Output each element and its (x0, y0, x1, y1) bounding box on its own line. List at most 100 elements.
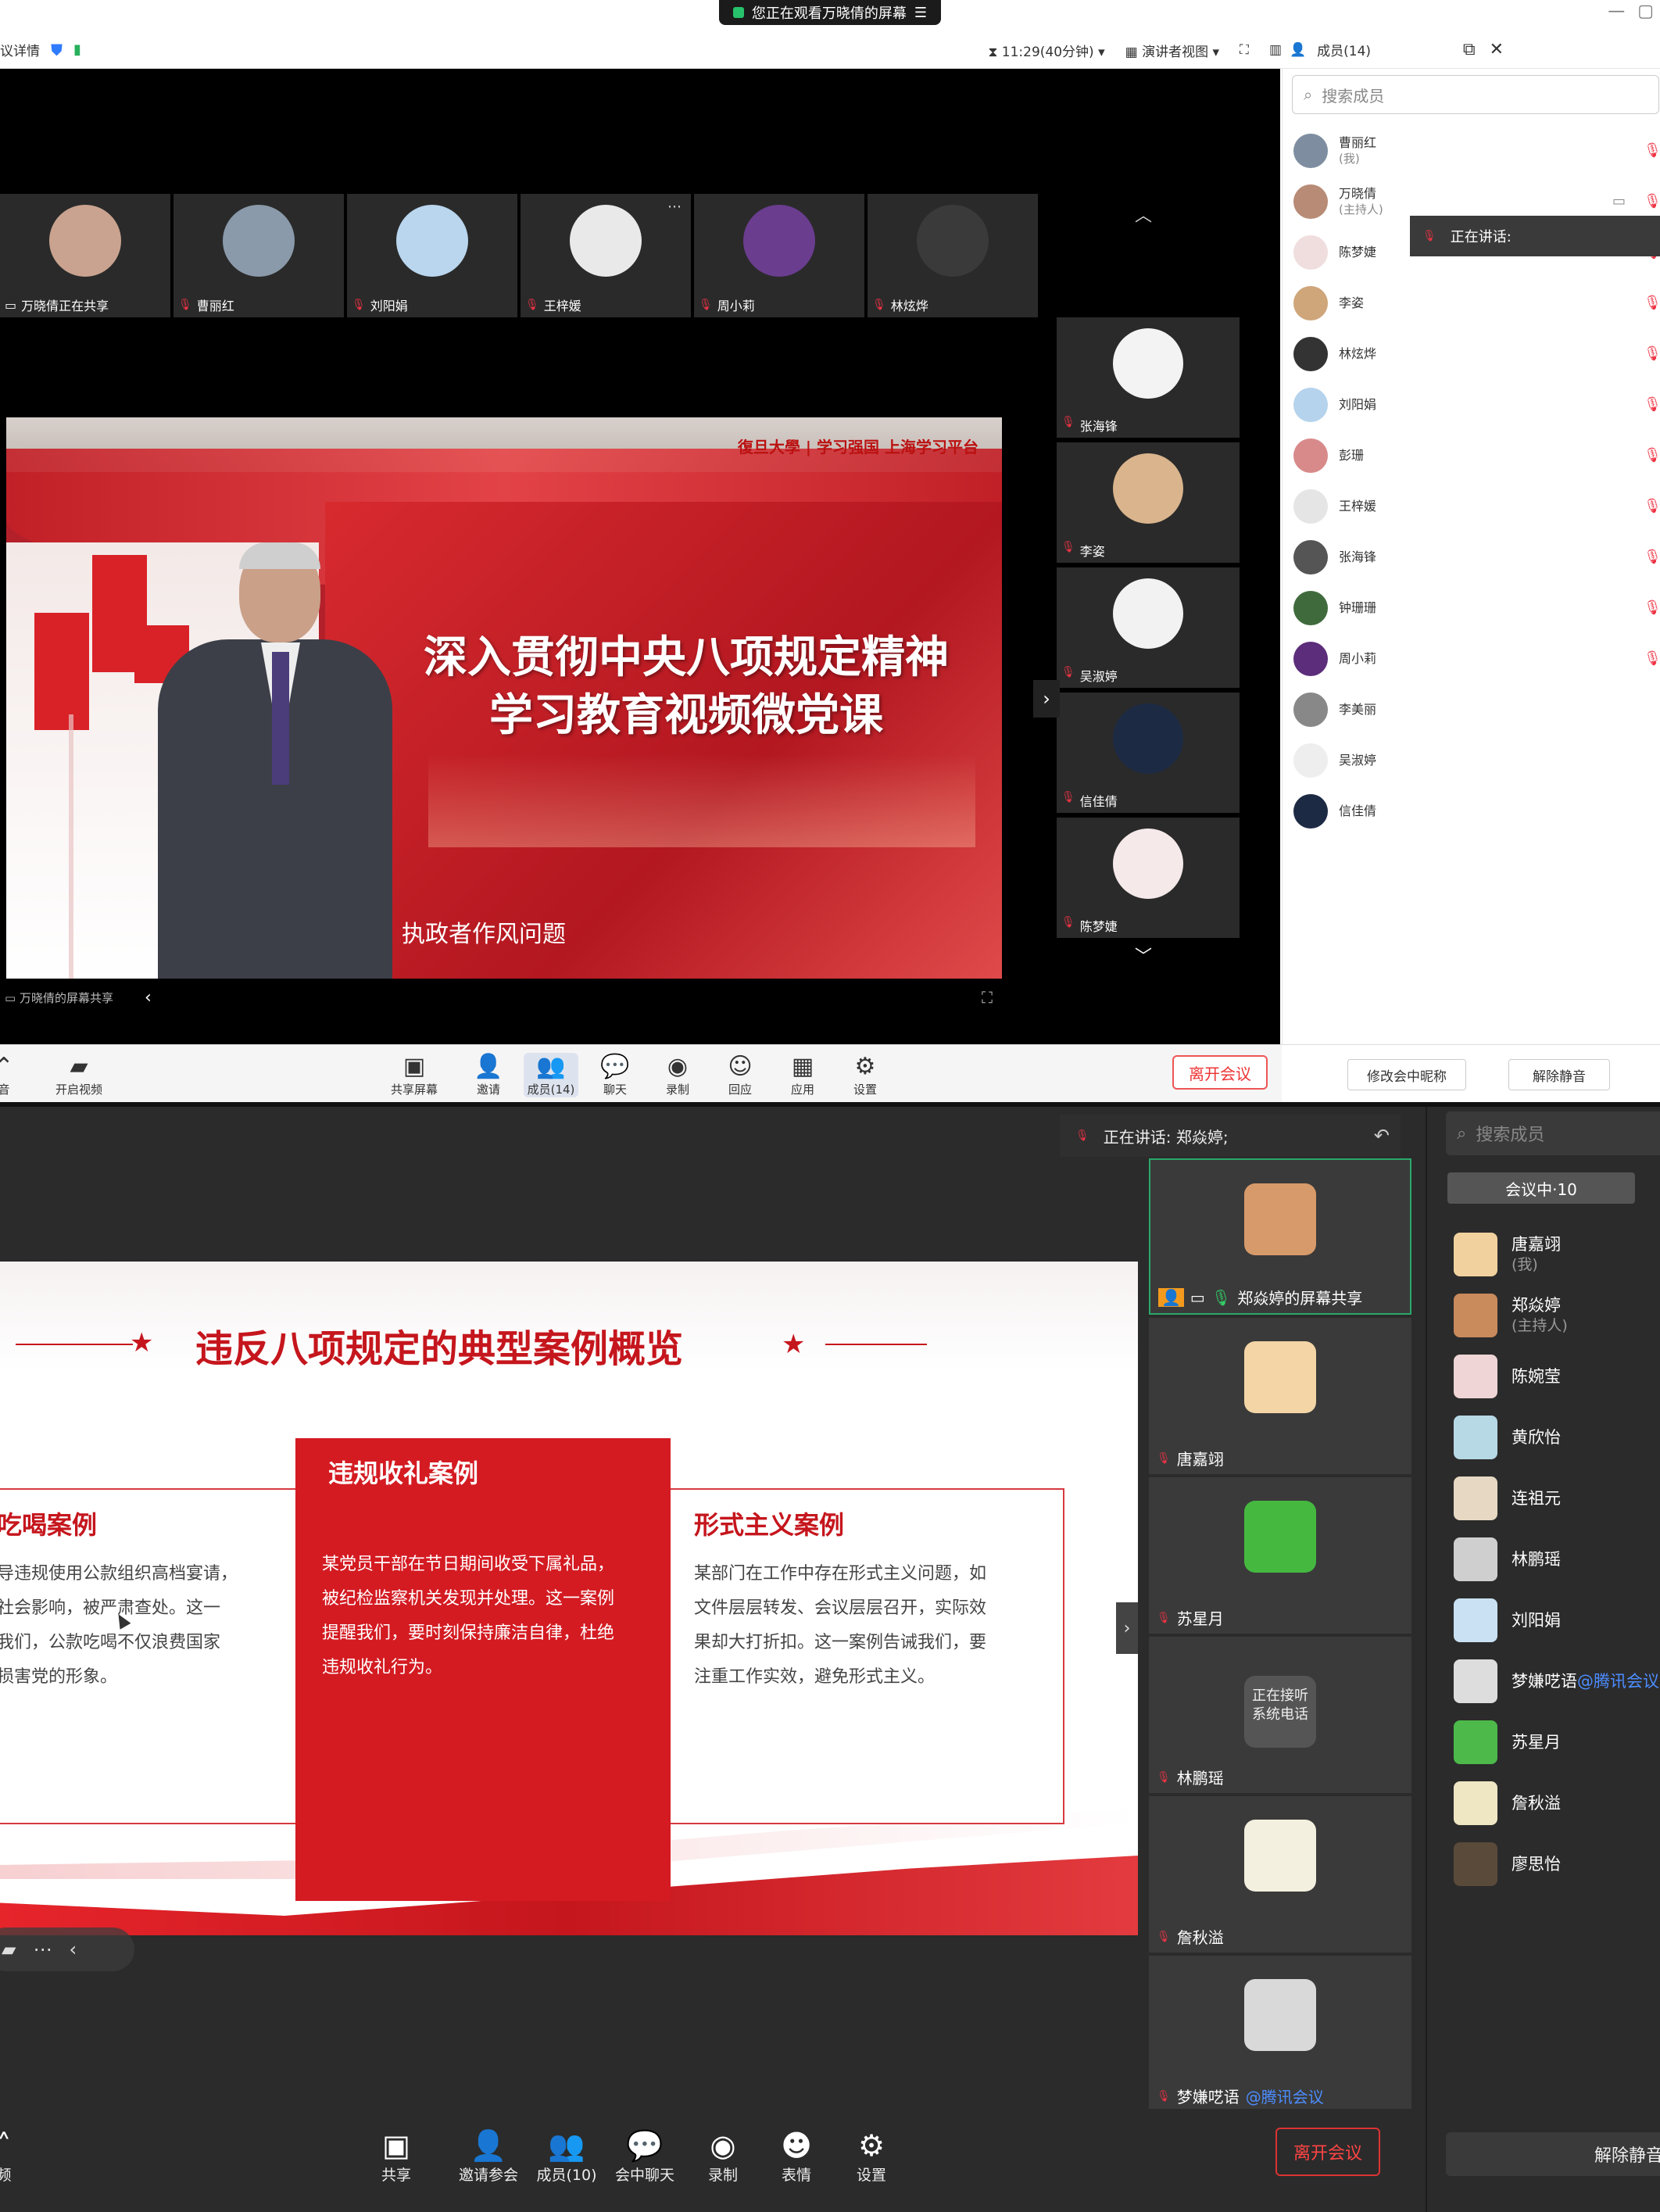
share-button[interactable]: ▣ 共享 (361, 2128, 431, 2185)
member-row[interactable]: 钟珊珊 🎙 (1293, 582, 1660, 633)
shield-icon[interactable]: ⛊ (51, 41, 63, 59)
member-row[interactable]: 张海锋 🎙 (1293, 532, 1660, 582)
side-video-tile[interactable]: 🎙 吴淑婷 (1057, 567, 1240, 688)
member-row[interactable]: 唐嘉翊 (我) (1454, 1224, 1660, 1285)
back-icon[interactable]: ↶ (1374, 1125, 1401, 1147)
chevron-up-icon[interactable]: ︿ (1135, 202, 1152, 227)
tencent-meeting-link[interactable]: @腾讯会议 (1246, 2085, 1324, 2107)
mic-muted-icon[interactable]: 🎙 (1644, 600, 1660, 616)
member-row[interactable]: 苏星月 (1454, 1712, 1660, 1773)
mic-muted-icon[interactable]: 🎙 (1644, 447, 1660, 464)
signal-icon[interactable]: ▮ (73, 41, 81, 58)
video-tile[interactable]: 🎙 梦嫌呓语 @腾讯会议 (1149, 1956, 1411, 2112)
chevron-left-icon[interactable]: ‹ (145, 988, 152, 1008)
mic-muted-icon[interactable]: 🎙 (1644, 345, 1660, 362)
member-row[interactable]: 詹秋溢 (1454, 1773, 1660, 1834)
thumb-tile[interactable]: 🎙 曹丽红 (174, 194, 344, 317)
member-row[interactable]: 梦嫌呓语@腾讯会议 (1454, 1651, 1660, 1712)
camera-icon[interactable]: ▰ (2, 1938, 16, 1960)
react-button[interactable]: ☺ 回应 (713, 1053, 767, 1097)
maximize-icon[interactable]: ▢ (1637, 2, 1654, 21)
thumb-tile[interactable]: ⋯ 🎙 王梓媛 (521, 194, 691, 317)
shared-video[interactable]: 復旦大學 | 学习强国 上海学习平台 深入贯彻中央八项规定精神 学习教育视频微党… (6, 417, 1002, 979)
fullscreen-icon[interactable]: ⛶ (1240, 42, 1249, 58)
video-tile[interactable]: 🎙 苏星月 (1149, 1477, 1411, 1634)
popout-icon[interactable]: ⧉ (1463, 40, 1476, 59)
member-row[interactable]: 廖思怡 (1454, 1834, 1660, 1895)
mic-muted-icon[interactable]: 🎙 (1644, 396, 1660, 413)
leave-meeting-button[interactable]: 离开会议 (1172, 1055, 1268, 1090)
video-tile[interactable]: 正在接听 系统电话 🎙 林鹏瑶 (1149, 1637, 1411, 1793)
chevron-down-icon[interactable]: ﹀ (1135, 943, 1152, 968)
mute-button[interactable]: ˄ 频 (0, 2128, 39, 2185)
screen-share-banner[interactable]: 您正在观看万晓倩的屏幕 ☰ (719, 0, 941, 25)
thumb-tile[interactable]: 🎙 刘阳娟 (347, 194, 517, 317)
chevron-left-icon[interactable]: ‹ (69, 1938, 77, 1960)
member-row[interactable]: 林炫烨 🎙 (1293, 328, 1660, 379)
members-button[interactable]: 👥 成员(10) (531, 2128, 602, 2185)
record-button[interactable]: ◉ 录制 (688, 2128, 758, 2185)
thumb-tile[interactable]: 🎙 周小莉 (694, 194, 864, 317)
meeting-timer[interactable]: ⧗ 11:29(40分钟) ▾ (988, 41, 1104, 60)
video-tile[interactable]: 👤 ▭ 🎙 郑焱婷的屏幕共享 (1149, 1158, 1411, 1315)
tab-in-meeting[interactable]: 会议中·10 (1447, 1172, 1635, 1204)
member-row[interactable]: 林鹏瑶 (1454, 1529, 1660, 1590)
mic-muted-icon[interactable]: 🎙 (1644, 498, 1660, 514)
mic-muted-icon[interactable]: 🎙 (1644, 295, 1660, 311)
member-row[interactable]: 刘阳娟 🎙 (1293, 379, 1660, 430)
member-row[interactable]: 王梓媛 🎙 (1293, 481, 1660, 532)
member-search-input[interactable]: ⌕ 搜索成员 (1292, 75, 1659, 114)
side-video-tile[interactable]: 🎙 信佳倩 (1057, 693, 1240, 813)
unmute-all-button[interactable]: 解除静音 (1508, 1059, 1610, 1090)
chat-button[interactable]: 💬 会中聊天 (610, 2128, 680, 2185)
member-row[interactable]: 李美丽 (1293, 684, 1660, 735)
video-tile[interactable]: 🎙 唐嘉翊 (1149, 1318, 1411, 1474)
start-video-button[interactable]: ▰ 开启视频 (36, 1053, 122, 1097)
side-video-tile[interactable]: 🎙 陈梦婕 (1057, 818, 1240, 938)
menu-icon[interactable]: ☰ (914, 5, 927, 21)
invite-button[interactable]: 👤 邀请参会 (453, 2128, 524, 2185)
mic-muted-icon[interactable]: 🎙 (1644, 549, 1660, 565)
view-mode-dropdown[interactable]: ▦ 演讲者视图 ▾ (1125, 41, 1219, 60)
leave-meeting-button[interactable]: 离开会议 (1275, 2128, 1380, 2176)
minimize-icon[interactable]: — (1608, 2, 1625, 21)
settings-button[interactable]: ⚙ 设置 (836, 2128, 907, 2185)
member-row[interactable]: 彭珊 🎙 (1293, 430, 1660, 481)
member-search-input[interactable]: ⌕ 搜索成员 (1446, 1111, 1660, 1155)
apps-button[interactable]: ▦ 应用 (775, 1053, 830, 1097)
meeting-info-link[interactable]: 议详情 (0, 40, 40, 59)
member-row[interactable]: 曹丽红 (我) 🎙 (1293, 125, 1660, 176)
mic-muted-icon[interactable]: 🎙 (1644, 650, 1660, 667)
thumb-tile[interactable]: 🎙 林炫烨 (868, 194, 1038, 317)
emoji-button[interactable]: ☻ 表情 (761, 2128, 832, 2185)
more-icon[interactable]: ⋯ (667, 199, 682, 215)
members-button[interactable]: 👥 成员(14) (524, 1053, 578, 1097)
shared-slide[interactable]: ★ 违反八项规定的典型案例概览 ★ 吃喝案例 导违规使用公款组织高档宴请， 社会… (0, 1262, 1138, 1935)
side-video-tile[interactable]: 🎙 李姿 (1057, 442, 1240, 563)
chevron-right-icon[interactable]: › (1116, 1602, 1138, 1654)
rename-button[interactable]: 修改会中昵称 (1347, 1059, 1466, 1090)
invite-button[interactable]: 👤 邀请 (461, 1053, 516, 1097)
side-video-tile[interactable]: 🎙 张海锋 (1057, 317, 1240, 438)
member-row[interactable]: 陈婉莹 (1454, 1346, 1660, 1407)
video-tile[interactable]: 🎙 詹秋溢 (1149, 1796, 1411, 1953)
record-button[interactable]: ◉ 录制 (650, 1053, 705, 1097)
unmute-all-button[interactable]: 解除静音 (1446, 2132, 1660, 2176)
member-row[interactable]: 周小莉 🎙 (1293, 633, 1660, 684)
layout-icon[interactable]: ▥ (1269, 42, 1282, 58)
mic-muted-icon[interactable]: 🎙 (1644, 142, 1660, 159)
settings-button[interactable]: ⚙ 设置 (838, 1053, 893, 1097)
share-screen-button[interactable]: ▣ 共享屏幕 (383, 1053, 445, 1097)
more-icon[interactable]: ⋯ (33, 1938, 52, 1960)
member-row[interactable]: 郑焱婷 (主持人) (1454, 1285, 1660, 1346)
close-icon[interactable]: ✕ (1490, 40, 1504, 59)
member-row[interactable]: 连祖元 (1454, 1468, 1660, 1529)
mute-button[interactable]: ⌃ 音 (0, 1053, 31, 1097)
member-row[interactable]: 信佳倩 (1293, 786, 1660, 836)
thumb-tile[interactable]: ▭ 万晓倩正在共享 (0, 194, 170, 317)
chat-button[interactable]: 💬 聊天 (588, 1053, 642, 1097)
member-row[interactable]: 黄欣怡 (1454, 1407, 1660, 1468)
member-row[interactable]: 刘阳娟 (1454, 1590, 1660, 1651)
member-row[interactable]: 吴淑婷 (1293, 735, 1660, 786)
fullscreen-icon[interactable]: ⛶ (982, 988, 1008, 1007)
